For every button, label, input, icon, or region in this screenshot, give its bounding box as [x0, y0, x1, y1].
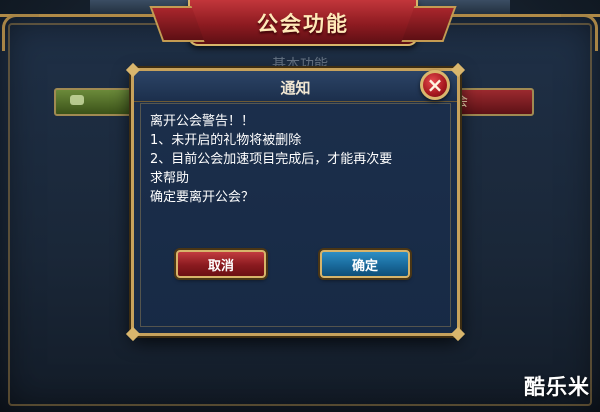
corner-ornament-right: [561, 14, 598, 51]
message-line: 2、目前公会加速项目完成后，才能再次要: [150, 152, 393, 167]
cancel-button-label: 取消: [207, 258, 234, 274]
message-line: 离开公会警告！！: [150, 114, 255, 129]
dialog-title: 通知: [280, 79, 311, 97]
corner-ornament-left: [2, 14, 39, 51]
message-line: 求帮助: [150, 171, 190, 186]
message-line: 1、未开启的礼物将被删除: [150, 133, 302, 148]
close-button[interactable]: ×: [420, 70, 450, 100]
cancel-button[interactable]: 取消: [176, 250, 266, 278]
close-icon: ×: [426, 73, 444, 97]
guild-function-button-left[interactable]: [54, 88, 138, 116]
confirm-button[interactable]: 确定: [320, 250, 410, 278]
page-title: 公会功能: [257, 12, 349, 36]
confirm-button-label: 确定: [351, 258, 378, 274]
dialog-header: 通知: [134, 71, 457, 102]
watermark-logo: 酷乐米: [524, 375, 590, 399]
title-ribbon: 公会功能: [188, 0, 418, 46]
dialog-message: 离开公会警告！！ 1、未开启的礼物将被删除 2、目前公会加速项目完成后，才能再次…: [150, 112, 440, 207]
message-line: 确定要离开公会？: [150, 190, 255, 205]
